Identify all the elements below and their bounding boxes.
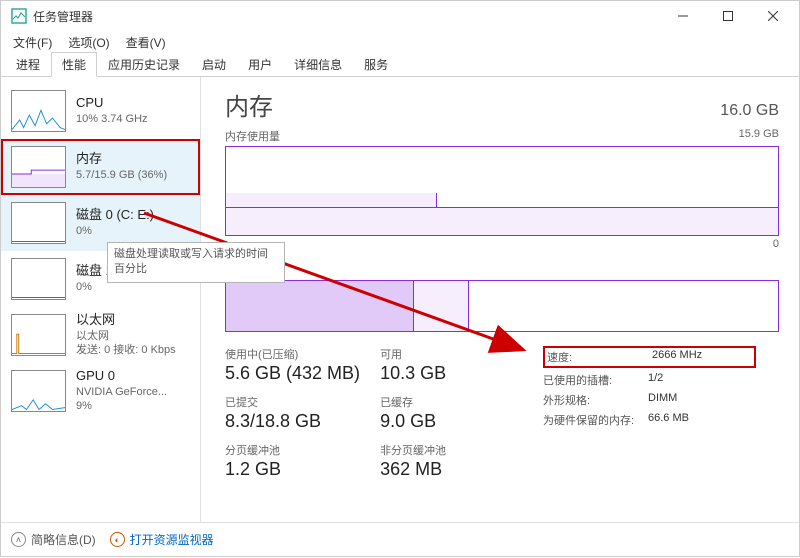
cached-label: 已缓存 xyxy=(380,394,515,410)
menu-view[interactable]: 查看(V) xyxy=(120,32,172,53)
gpu-value2: 9% xyxy=(76,399,167,413)
brief-info-button[interactable]: ˄ 简略信息(D) xyxy=(11,531,96,548)
window-controls xyxy=(660,1,795,31)
avail-label: 可用 xyxy=(380,346,515,362)
window-title: 任务管理器 xyxy=(33,8,660,25)
gpu-label: GPU 0 xyxy=(76,368,167,385)
ethernet-thumb xyxy=(11,314,66,356)
tab-users[interactable]: 用户 xyxy=(237,52,283,77)
chart1-label: 内存使用量 xyxy=(225,128,280,144)
minimize-button[interactable] xyxy=(660,1,705,31)
footer: ˄ 简略信息(D) ◐ 打开资源监视器 xyxy=(1,522,799,556)
ethernet-value2: 发送: 0 接收: 0 Kbps xyxy=(76,343,176,357)
page-title: 内存 xyxy=(225,87,273,122)
chart1-zero: 0 xyxy=(225,238,779,250)
slots-value: 1/2 xyxy=(648,372,663,388)
monitor-icon: ◐ xyxy=(110,532,125,547)
cpu-thumb xyxy=(11,90,66,132)
speed-label: 速度: xyxy=(547,349,652,365)
tab-history[interactable]: 应用历史记录 xyxy=(97,52,191,77)
menu-file[interactable]: 文件(F) xyxy=(7,32,58,53)
commit-value: 8.3/18.8 GB xyxy=(225,411,360,432)
speed-value: 2666 MHz xyxy=(652,349,752,365)
memory-thumb xyxy=(11,146,66,188)
gpu-thumb xyxy=(11,370,66,412)
cached-value: 9.0 GB xyxy=(380,411,515,432)
disk0-thumb xyxy=(11,202,66,244)
detail-pane: 内存 16.0 GB 内存使用量 15.9 GB 0 内存组合 使用中(已压缩)… xyxy=(201,77,799,522)
slots-label: 已使用的插槽: xyxy=(543,372,648,388)
commit-label: 已提交 xyxy=(225,394,360,410)
ethernet-value: 以太网 xyxy=(76,329,176,343)
paged-value: 1.2 GB xyxy=(225,459,360,480)
ethernet-label: 以太网 xyxy=(76,312,176,329)
memory-total: 16.0 GB xyxy=(720,102,779,120)
memory-composition-chart[interactable] xyxy=(225,280,779,332)
stats-block: 使用中(已压缩)5.6 GB (432 MB) 可用10.3 GB 已提交8.3… xyxy=(225,346,779,480)
reserved-value: 66.6 MB xyxy=(648,412,689,428)
chevron-up-icon: ˄ xyxy=(11,532,26,547)
nonpaged-value: 362 MB xyxy=(380,459,515,480)
memory-label: 内存 xyxy=(76,151,167,168)
sidebar: CPU10% 3.74 GHz 内存5.7/15.9 GB (36%) 磁盘 0… xyxy=(1,77,201,522)
tab-strip: 进程 性能 应用历史记录 启动 用户 详细信息 服务 xyxy=(1,53,799,77)
taskmgr-icon xyxy=(11,8,27,24)
main-pane: CPU10% 3.74 GHz 内存5.7/15.9 GB (36%) 磁盘 0… xyxy=(1,77,799,522)
disk0-value: 0% xyxy=(76,224,154,238)
tab-details[interactable]: 详细信息 xyxy=(283,52,353,77)
sidebar-item-cpu[interactable]: CPU10% 3.74 GHz xyxy=(1,83,200,139)
menu-options[interactable]: 选项(O) xyxy=(62,32,115,53)
used-label: 使用中(已压缩) xyxy=(225,346,360,362)
chart1-max: 15.9 GB xyxy=(739,128,779,144)
menubar: 文件(F) 选项(O) 查看(V) xyxy=(1,31,799,53)
memory-usage-chart[interactable] xyxy=(225,146,779,236)
memory-value: 5.7/15.9 GB (36%) xyxy=(76,168,167,182)
sidebar-item-ethernet[interactable]: 以太网以太网发送: 0 接收: 0 Kbps xyxy=(1,307,200,363)
reserved-label: 为硬件保留的内存: xyxy=(543,412,648,428)
gpu-value: NVIDIA GeForce... xyxy=(76,385,167,399)
cpu-value: 10% 3.74 GHz xyxy=(76,112,148,126)
paged-label: 分页缓冲池 xyxy=(225,442,360,458)
chart2-label: 内存组合 xyxy=(225,262,779,278)
cpu-label: CPU xyxy=(76,95,148,112)
tab-startup[interactable]: 启动 xyxy=(191,52,237,77)
open-resource-monitor-link[interactable]: ◐ 打开资源监视器 xyxy=(110,531,214,548)
close-button[interactable] xyxy=(750,1,795,31)
speed-highlight: 速度:2666 MHz xyxy=(543,346,756,368)
maximize-button[interactable] xyxy=(705,1,750,31)
tooltip: 磁盘处理读取或写入请求的时间百分比 xyxy=(107,242,285,283)
disk1-thumb xyxy=(11,258,66,300)
avail-value: 10.3 GB xyxy=(380,363,515,384)
tab-services[interactable]: 服务 xyxy=(353,52,399,77)
tab-performance[interactable]: 性能 xyxy=(51,52,97,77)
titlebar: 任务管理器 xyxy=(1,1,799,31)
disk0-label: 磁盘 0 (C: E:) xyxy=(76,207,154,224)
tab-processes[interactable]: 进程 xyxy=(5,52,51,77)
form-label: 外形规格: xyxy=(543,392,648,408)
form-value: DIMM xyxy=(648,392,677,408)
nonpaged-label: 非分页缓冲池 xyxy=(380,442,515,458)
sidebar-item-gpu[interactable]: GPU 0NVIDIA GeForce...9% xyxy=(1,363,200,419)
sidebar-item-memory[interactable]: 内存5.7/15.9 GB (36%) xyxy=(1,139,200,195)
used-value: 5.6 GB (432 MB) xyxy=(225,363,360,384)
